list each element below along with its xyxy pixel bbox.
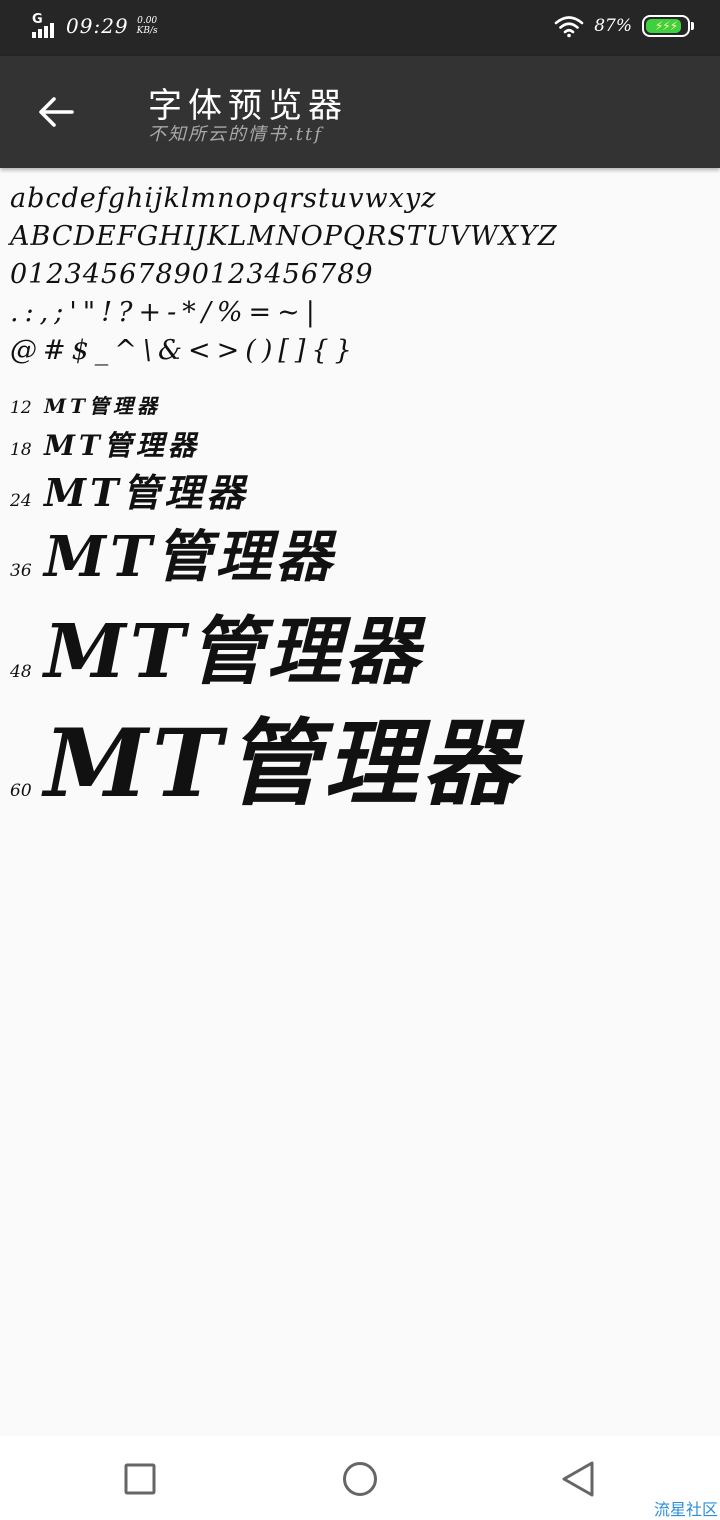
network-type: G <box>32 12 43 27</box>
sample-row-60: 60 MT管理器 <box>10 688 710 819</box>
circle-icon <box>343 1462 377 1496</box>
charging-icon: ⚡⚡⚡ <box>654 19 678 33</box>
sample-size-label: 36 <box>10 561 32 581</box>
sample-size-label: 24 <box>10 491 32 511</box>
sample-row-12: 12 MT管理器 <box>10 390 710 424</box>
home-button[interactable] <box>330 1454 390 1504</box>
status-right: 87% ⚡⚡⚡ <box>554 14 694 38</box>
glyph-line-uppercase: ABCDEFGHIJKLMNOPQRSTUVWXYZ <box>10 221 558 252</box>
sample-row-36: 36 MT管理器 <box>10 512 710 592</box>
sample-text: MT管理器 <box>44 470 249 515</box>
battery-icon: ⚡⚡⚡ <box>642 15 694 37</box>
triangle-back-icon <box>562 1461 594 1497</box>
sample-size-label: 12 <box>10 398 32 418</box>
signal-icon: G <box>30 12 60 40</box>
sample-text: MT管理器 <box>44 394 162 418</box>
network-speed-value: 0.00 <box>137 16 158 26</box>
navigation-bar: 流星社区 <box>0 1436 720 1520</box>
sample-size-label: 18 <box>10 440 32 460</box>
status-bar: G 09:29 0.00 KB/s 87% ⚡⚡⚡ <box>0 0 720 56</box>
screen: G 09:29 0.00 KB/s 87% ⚡⚡⚡ 字体预览器 不知所云的情书.… <box>0 0 720 1520</box>
sample-size-label: 60 <box>10 781 32 801</box>
status-time: 09:29 <box>66 14 129 38</box>
font-preview: abcdefghijklmnopqrstuvwxyz ABCDEFGHIJKLM… <box>10 180 710 819</box>
sample-row-24: 24 MT管理器 <box>10 462 710 515</box>
square-icon <box>124 1463 156 1495</box>
sample-row-48: 48 MT管理器 <box>10 592 710 695</box>
glyph-line-symbols: @#$_^\&<>()[]{} <box>10 335 358 366</box>
glyph-line-lowercase: abcdefghijklmnopqrstuvwxyz <box>10 183 437 214</box>
sample-row-18: 18 MT管理器 <box>10 424 710 462</box>
glyph-line-digits: 01234567890123456789 <box>10 259 374 290</box>
sample-text: MT管理器 <box>44 709 521 819</box>
glyph-line-punctuation: .:,;'"!?+-*/%=~| <box>10 297 321 328</box>
sample-size-label: 48 <box>10 662 32 682</box>
network-speed: 0.00 KB/s <box>137 16 158 36</box>
recents-button[interactable] <box>110 1454 170 1504</box>
watermark: 流星社区 <box>653 1500 718 1519</box>
size-samples: 12 MT管理器 18 MT管理器 24 MT管理器 36 MT管理器 48 M… <box>10 390 710 819</box>
back-button[interactable] <box>24 84 88 140</box>
battery-percentage: 87% <box>594 16 632 36</box>
sample-text: MT管理器 <box>44 524 336 590</box>
sample-text: MT管理器 <box>44 609 423 695</box>
status-left: G 09:29 0.00 KB/s <box>30 12 158 40</box>
network-speed-unit: KB/s <box>136 26 158 36</box>
wifi-icon <box>554 16 584 38</box>
back-nav-button[interactable] <box>548 1454 608 1504</box>
app-bar: 字体预览器 不知所云的情书.ttf <box>0 56 720 168</box>
sample-text: MT管理器 <box>44 429 200 462</box>
arrow-back-icon <box>39 97 74 127</box>
font-file-name: 不知所云的情书.ttf <box>148 124 323 145</box>
